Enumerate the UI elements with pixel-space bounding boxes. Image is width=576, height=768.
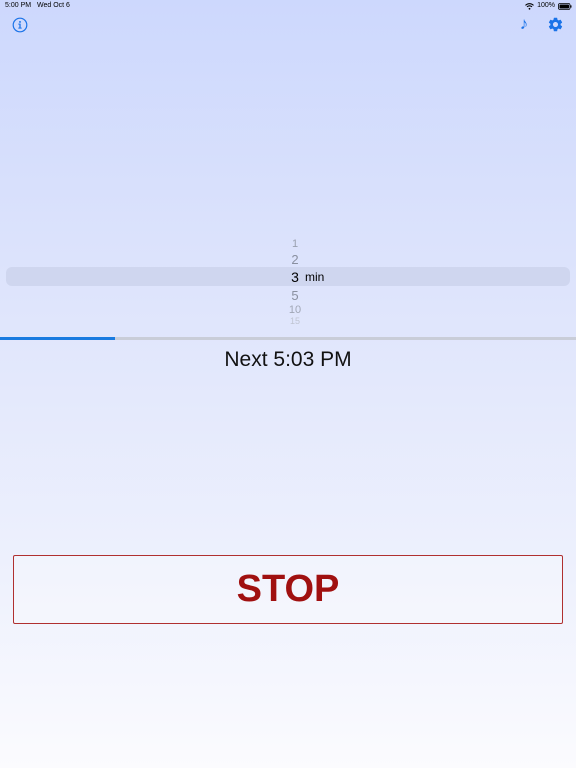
info-icon [12,17,28,37]
status-date: Wed Oct 6 [37,2,70,9]
picker-option[interactable]: 5 [276,288,314,303]
status-bar: 5:00 PM Wed Oct 6 100% [0,0,576,12]
music-note-icon: ♪ [519,14,529,33]
music-button[interactable]: ♪ [517,14,531,34]
next-time-label: Next 5:03 PM [224,348,352,371]
interval-picker[interactable]: 1 2 3 5 10 15 min [0,232,576,328]
wifi-icon [525,2,534,10]
stop-button[interactable]: STOP [13,555,563,624]
picker-option[interactable]: 2 [276,252,314,267]
battery-icon [558,2,572,10]
picker-option[interactable]: 1 [276,238,314,250]
battery-percentage: 100% [537,2,555,9]
status-indicators: 100% [525,0,572,12]
settings-button[interactable] [547,16,564,33]
status-time: 5:00 PM [5,2,32,9]
progress-fill [0,337,116,340]
info-button[interactable] [12,17,28,33]
gear-icon [547,17,564,37]
picker-unit-label: min [305,270,325,284]
picker-option[interactable]: 15 [276,316,314,324]
progress-bar [0,337,576,340]
picker-option[interactable]: 10 [276,304,314,316]
